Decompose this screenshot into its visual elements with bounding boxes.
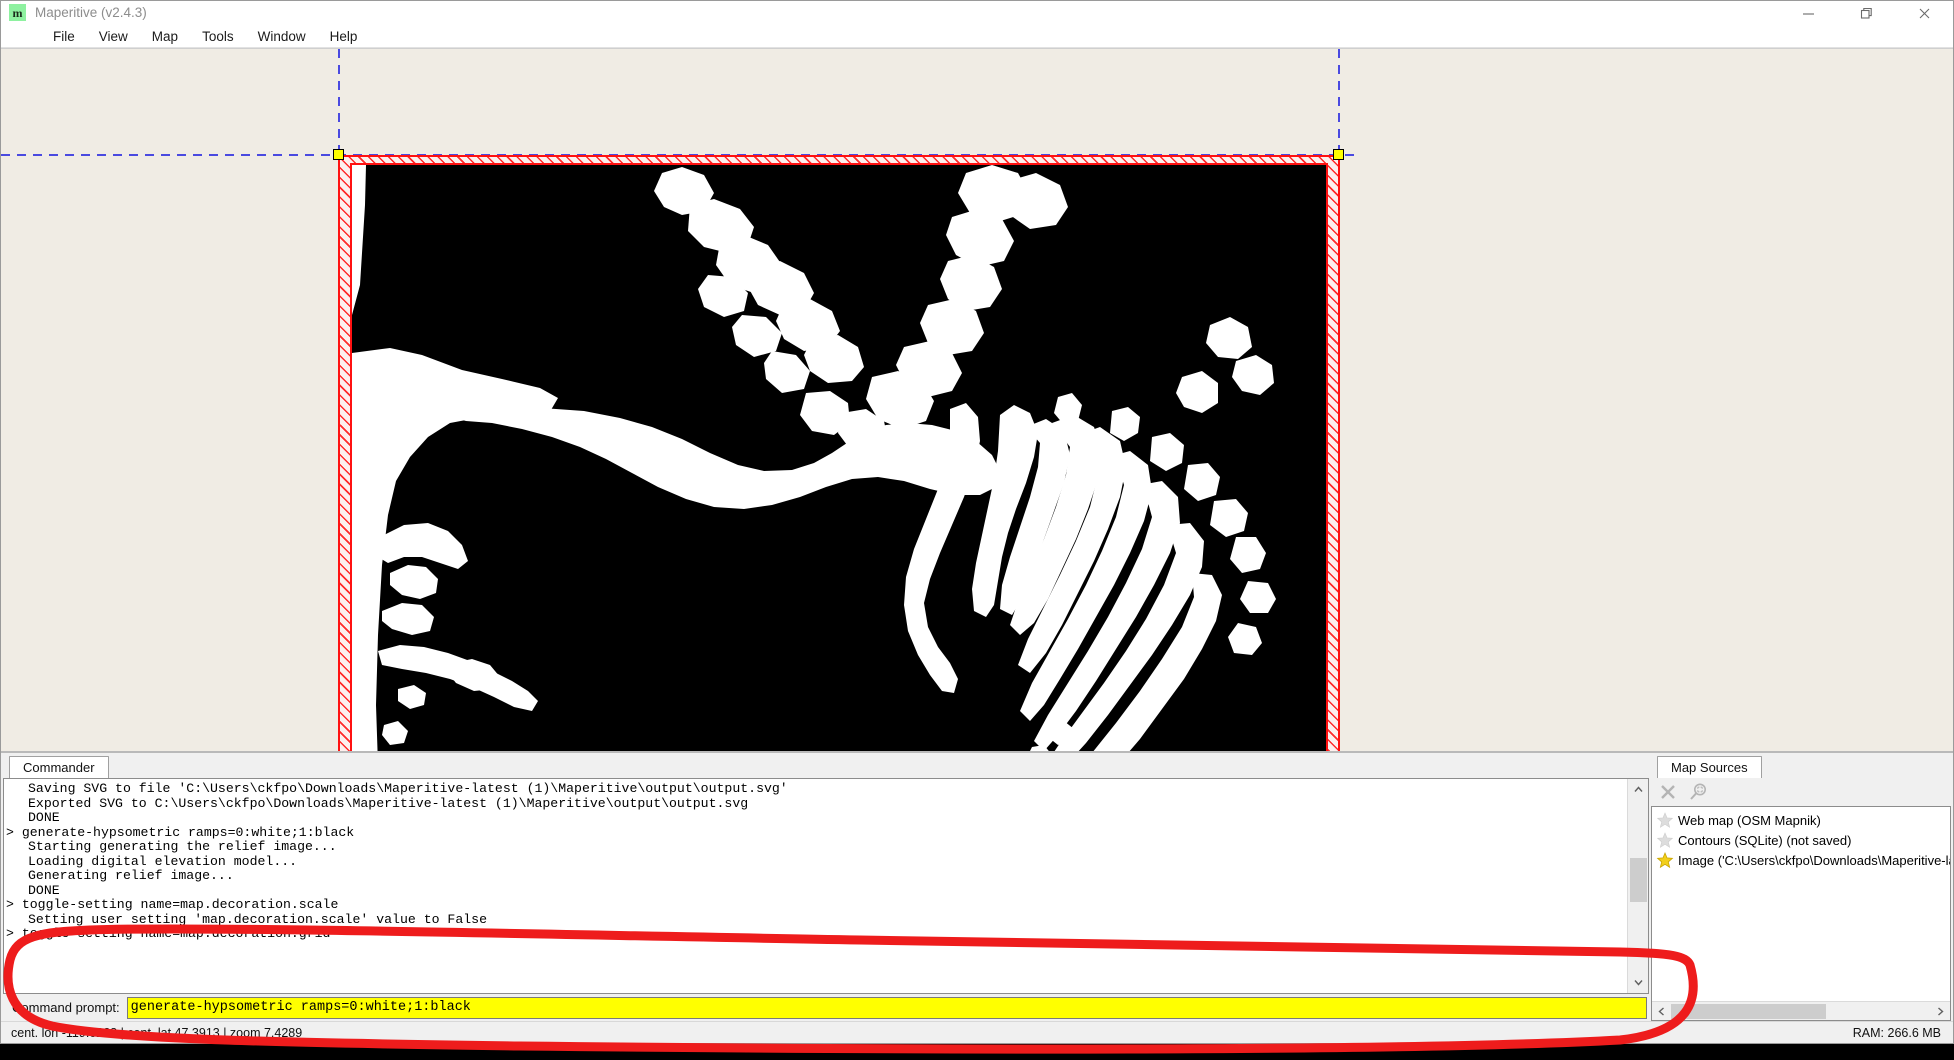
tab-map-sources[interactable]: Map Sources [1657, 756, 1762, 778]
status-ram: RAM: 266.6 MB [1852, 1025, 1941, 1040]
command-prompt-row: Command prompt: generate-hypsometric ram… [3, 994, 1649, 1021]
menu-bar: File View Map Tools Window Help [1, 25, 1953, 48]
status-bar: cent. lon -119.6228 | cent. lat 47.3913 … [1, 1021, 1953, 1043]
commander-tabstrip: Commander [3, 755, 1649, 778]
relief-image-svg [352, 165, 1326, 751]
command-prompt-input[interactable]: generate-hypsometric ramps=0:white;1:bla… [126, 996, 1647, 1019]
console-line: DONE [28, 882, 60, 898]
sources-tabstrip: Map Sources [1651, 755, 1951, 778]
console-line: Loading digital elevation model... [28, 853, 298, 869]
window-title: Maperitive (v2.4.3) [35, 5, 147, 20]
list-item[interactable]: Web map (OSM Mapnik) [1652, 810, 1950, 830]
console-line: Saving SVG to file 'C:\Users\ckfpo\Downl… [28, 781, 788, 796]
export-handle-top-right[interactable] [1333, 149, 1344, 160]
scroll-right-icon[interactable] [1931, 1002, 1950, 1021]
console-line: Starting generating the relief image... [28, 839, 337, 854]
list-item[interactable]: Contours (SQLite) (not saved) [1652, 830, 1950, 850]
menu-file[interactable]: File [41, 27, 87, 46]
menu-map[interactable]: Map [140, 27, 190, 46]
maperitive-window: m Maperitive (v2.4.3) File View Map Tool… [0, 0, 1954, 1044]
console-line: > toggle-setting name=map.decoration.sca… [6, 897, 339, 912]
title-bar: m Maperitive (v2.4.3) [1, 1, 1953, 25]
source-label: Contours (SQLite) (not saved) [1678, 832, 1852, 848]
tab-commander[interactable]: Commander [9, 756, 109, 778]
relief-image[interactable] [350, 163, 1328, 751]
console-output[interactable]: Saving SVG to file 'C:\Users\ckfpo\Downl… [4, 779, 1627, 993]
console-line: Setting user setting 'map.decoration.sca… [28, 911, 487, 927]
star-icon-inactive[interactable] [1656, 831, 1674, 849]
minimize-button[interactable] [1779, 1, 1837, 25]
console-scrollbar[interactable] [1627, 779, 1648, 993]
window-controls [1779, 1, 1953, 25]
app-logo-icon: m [9, 4, 26, 21]
restore-button[interactable] [1837, 1, 1895, 25]
scroll-down-icon[interactable] [1628, 972, 1649, 993]
map-sources-list[interactable]: Web map (OSM Mapnik) Contours (SQLite) (… [1652, 807, 1950, 1001]
remove-source-icon[interactable] [1655, 780, 1681, 804]
map-sources-toolbar [1651, 778, 1951, 806]
console-scroll-thumb[interactable] [1629, 858, 1647, 902]
menu-window[interactable]: Window [246, 27, 318, 46]
close-button[interactable] [1895, 1, 1953, 25]
hscroll-thumb[interactable] [1671, 1003, 1826, 1019]
command-prompt-label: Command prompt: [12, 1000, 120, 1015]
console-line: > generate-hypsometric ramps=0:white;1:b… [6, 824, 355, 840]
scroll-left-icon[interactable] [1652, 1002, 1671, 1021]
scroll-up-icon[interactable] [1628, 779, 1649, 800]
zoom-to-source-icon[interactable] [1685, 780, 1711, 804]
list-item[interactable]: Image ('C:\Users\ckfpo\Downloads\Maperit… [1652, 850, 1950, 870]
star-icon-active[interactable] [1656, 851, 1674, 869]
console-line: Generating relief image... [28, 868, 234, 883]
map-sources-list-container: Web map (OSM Mapnik) Contours (SQLite) (… [1651, 806, 1951, 1021]
console-line: > toggle-setting name=map.decoration.gri… [6, 926, 331, 941]
console-line: DONE [28, 810, 60, 825]
console-container: Saving SVG to file 'C:\Users\ckfpo\Downl… [3, 778, 1649, 994]
map-canvas[interactable] [1, 48, 1953, 751]
map-sources-panel: Map Sources Web map (OSM Mapnik) Contour… [1649, 753, 1953, 1021]
commander-panel: Commander Saving SVG to file 'C:\Users\c… [1, 753, 1649, 1021]
source-label: Image ('C:\Users\ckfpo\Downloads\Maperit… [1678, 852, 1950, 868]
menu-help[interactable]: Help [318, 27, 370, 46]
menu-tools[interactable]: Tools [190, 27, 246, 46]
star-icon-inactive[interactable] [1656, 811, 1674, 829]
status-coordinates: cent. lon -119.6228 | cent. lat 47.3913 … [11, 1025, 303, 1040]
map-sources-hscrollbar[interactable] [1652, 1001, 1950, 1020]
menu-view[interactable]: View [87, 27, 140, 46]
bottom-dock: Commander Saving SVG to file 'C:\Users\c… [1, 751, 1953, 1021]
hscroll-track[interactable] [1671, 1002, 1931, 1021]
source-label: Web map (OSM Mapnik) [1678, 812, 1821, 828]
export-handle-top-left[interactable] [333, 149, 344, 160]
console-line: Exported SVG to C:\Users\ckfpo\Downloads… [28, 795, 749, 811]
console-scroll-track[interactable] [1628, 800, 1649, 972]
